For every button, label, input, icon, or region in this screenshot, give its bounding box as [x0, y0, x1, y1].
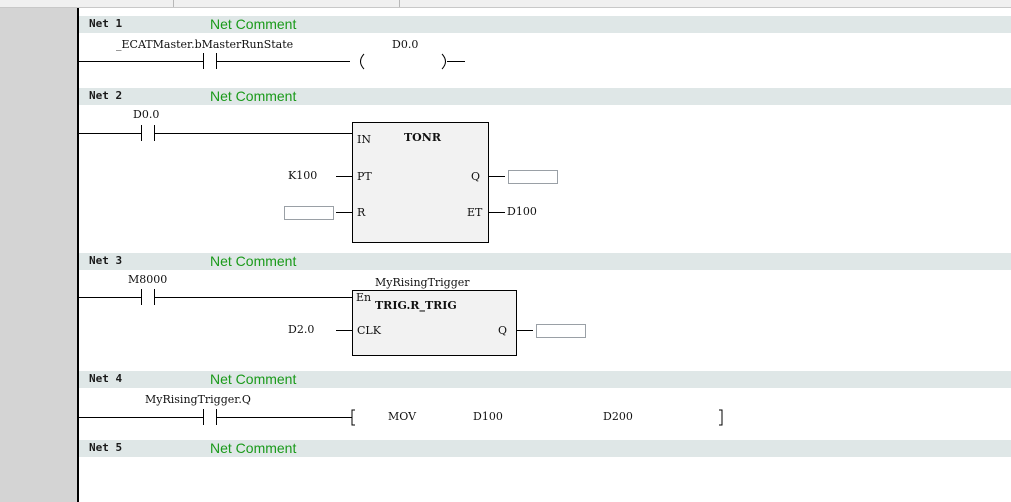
pin-en: En — [356, 291, 372, 304]
pin-clk: CLK — [357, 324, 381, 337]
contact-operand[interactable]: D0.0 — [133, 108, 159, 121]
block-name: TRIG.R_TRIG — [375, 299, 457, 312]
contact-operand[interactable]: _ECATMaster.bMasterRunState — [116, 38, 293, 51]
instruction-src[interactable]: D100 — [473, 410, 503, 423]
q-operand-field[interactable] — [508, 170, 558, 184]
pt-operand[interactable]: K100 — [288, 169, 317, 182]
fb-instance-name[interactable]: MyRisingTrigger — [375, 276, 470, 289]
instruction-dst[interactable]: D200 — [603, 410, 633, 423]
coil-operand[interactable]: D0.0 — [392, 38, 418, 51]
pin-in: IN — [357, 133, 371, 146]
tonr-function-block[interactable]: IN TONR PT Q R ET — [352, 122, 489, 243]
pin-pt: PT — [357, 170, 372, 183]
rtrig-function-block[interactable]: En TRIG.R_TRIG CLK Q — [352, 290, 517, 356]
instruction-op[interactable]: MOV — [388, 410, 416, 423]
et-operand[interactable]: D100 — [507, 205, 537, 218]
contact-operand[interactable]: M8000 — [128, 273, 167, 286]
contact-operand[interactable]: MyRisingTrigger.Q — [145, 393, 251, 406]
ladder-wiring — [79, 53, 723, 426]
pin-r: R — [357, 206, 366, 219]
clk-operand[interactable]: D2.0 — [288, 323, 314, 336]
pin-et: ET — [467, 206, 483, 219]
q-operand-field[interactable] — [536, 324, 586, 338]
block-name: TONR — [404, 131, 441, 144]
pin-q: Q — [498, 324, 508, 337]
r-operand-field[interactable] — [284, 206, 334, 220]
pin-q: Q — [471, 170, 481, 183]
